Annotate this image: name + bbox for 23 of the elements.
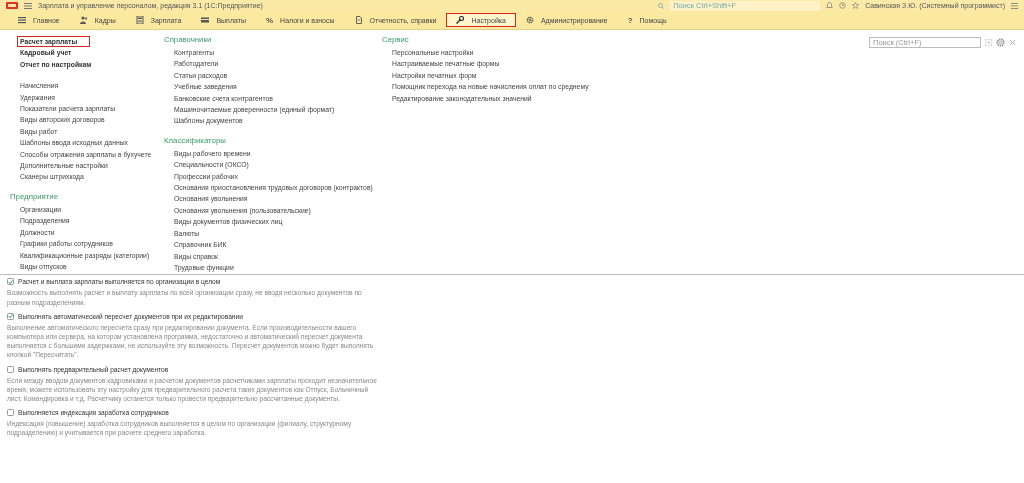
settings-icon[interactable]: [996, 38, 1005, 47]
bell-icon[interactable]: [826, 2, 834, 9]
nav-glyph-icon: %: [265, 15, 274, 25]
checkbox[interactable]: [7, 365, 14, 373]
menu-icon[interactable]: [1011, 2, 1018, 9]
people-icon: [79, 16, 88, 24]
gear-icon: [525, 16, 534, 24]
calculator-icon: [135, 16, 144, 24]
checkbox[interactable]: [7, 278, 14, 286]
check-icon: [8, 278, 13, 285]
menu-icon: [18, 16, 26, 24]
search-icon: [658, 2, 665, 9]
checkbox[interactable]: [7, 312, 14, 320]
check-icon: [8, 313, 13, 320]
history-icon[interactable]: [839, 2, 847, 9]
menu-icon: [24, 2, 32, 9]
clear-icon[interactable]: [985, 39, 992, 46]
close-icon[interactable]: [1009, 39, 1016, 46]
checkbox[interactable]: [7, 409, 14, 417]
nav-glyph-icon: ?: [627, 15, 633, 25]
card-icon: [201, 16, 210, 24]
star-icon[interactable]: [852, 2, 860, 9]
document-icon: [354, 16, 363, 24]
